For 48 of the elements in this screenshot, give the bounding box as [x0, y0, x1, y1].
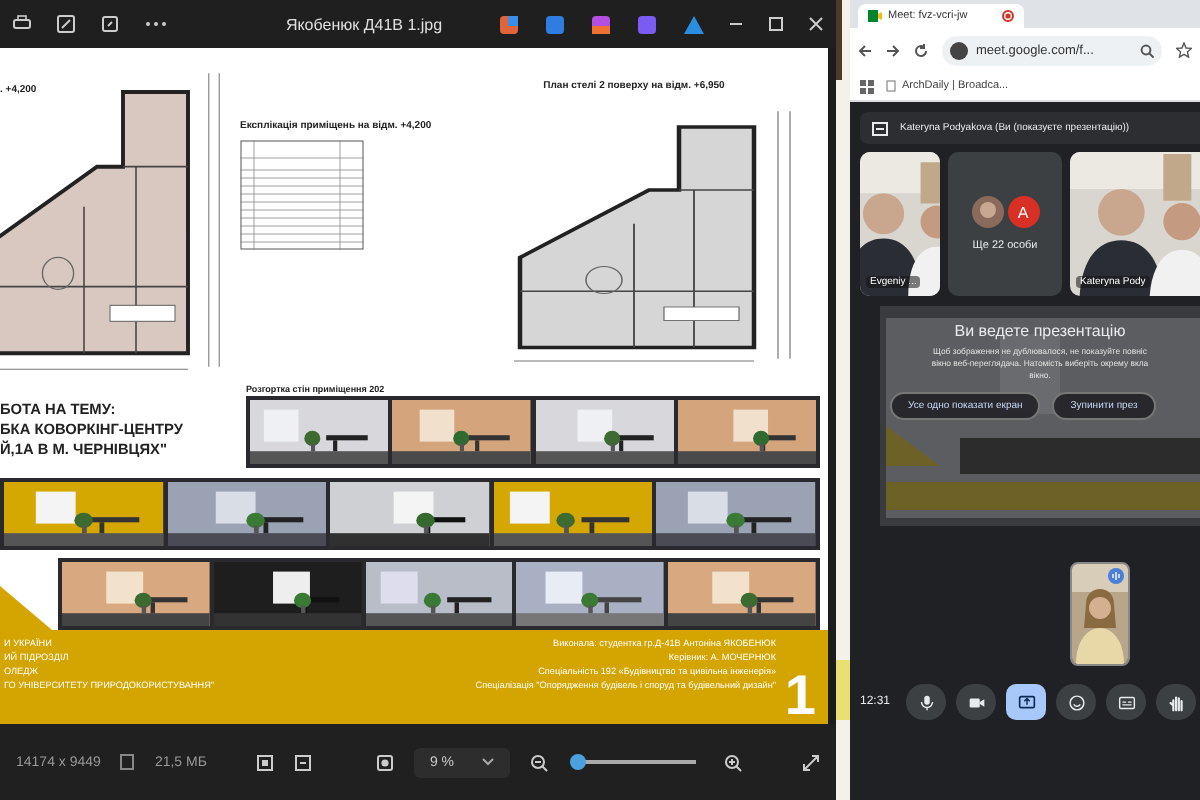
camera-button[interactable] — [956, 684, 997, 720]
search-icon[interactable] — [1140, 43, 1154, 57]
file-icon — [120, 754, 135, 770]
reload-icon[interactable] — [914, 43, 928, 57]
microphone-button[interactable] — [906, 684, 947, 720]
recording-icon — [1001, 10, 1014, 22]
microphone-icon — [915, 691, 938, 713]
app-icon[interactable] — [684, 15, 704, 33]
app-icon[interactable] — [546, 15, 564, 33]
captions-button[interactable] — [1106, 684, 1147, 720]
actual-size-icon[interactable] — [293, 753, 312, 771]
crop-icon[interactable] — [100, 14, 120, 34]
avatar-icon — [971, 196, 1003, 228]
zoom-out-icon[interactable] — [530, 753, 548, 771]
hand-icon — [1165, 691, 1188, 713]
view-icon[interactable] — [375, 753, 394, 771]
back-icon[interactable] — [858, 43, 872, 57]
zoom-in-icon[interactable] — [724, 753, 742, 771]
close-icon[interactable] — [808, 16, 824, 32]
fullscreen-icon[interactable] — [802, 753, 820, 771]
app-icon[interactable] — [500, 15, 518, 33]
speaking-icon — [1108, 568, 1124, 584]
emoji-icon — [1065, 691, 1088, 713]
raise-hand-button[interactable] — [1156, 684, 1197, 720]
page-icon — [886, 80, 896, 92]
avatar-letter: A — [1007, 196, 1039, 228]
print-icon[interactable] — [12, 14, 32, 34]
table-drawing — [240, 140, 364, 250]
apps-grid-icon[interactable] — [860, 79, 874, 93]
present-icon — [872, 121, 888, 135]
more-icon[interactable] — [144, 20, 168, 28]
overlay-title: Ви ведете презентацію — [954, 322, 1126, 340]
present-button[interactable] — [1006, 684, 1047, 720]
caret-icon — [482, 758, 494, 766]
sheet-number: 1 — [784, 668, 816, 724]
site-info-icon — [950, 41, 968, 59]
app-icon[interactable] — [592, 15, 610, 33]
fit-icon[interactable] — [255, 753, 274, 771]
present-icon — [1015, 691, 1038, 713]
forward-icon[interactable] — [886, 43, 900, 57]
bookmark-star-icon[interactable] — [1176, 42, 1192, 58]
meet-icon — [868, 10, 882, 22]
edit-image-icon[interactable] — [56, 14, 76, 34]
window-title: Якобенюк Д41В 1.jpg — [283, 15, 445, 33]
emoji-button[interactable] — [1056, 684, 1097, 720]
app-icon[interactable] — [638, 15, 656, 33]
captions-icon — [1115, 691, 1138, 713]
maximize-icon[interactable] — [768, 16, 784, 32]
